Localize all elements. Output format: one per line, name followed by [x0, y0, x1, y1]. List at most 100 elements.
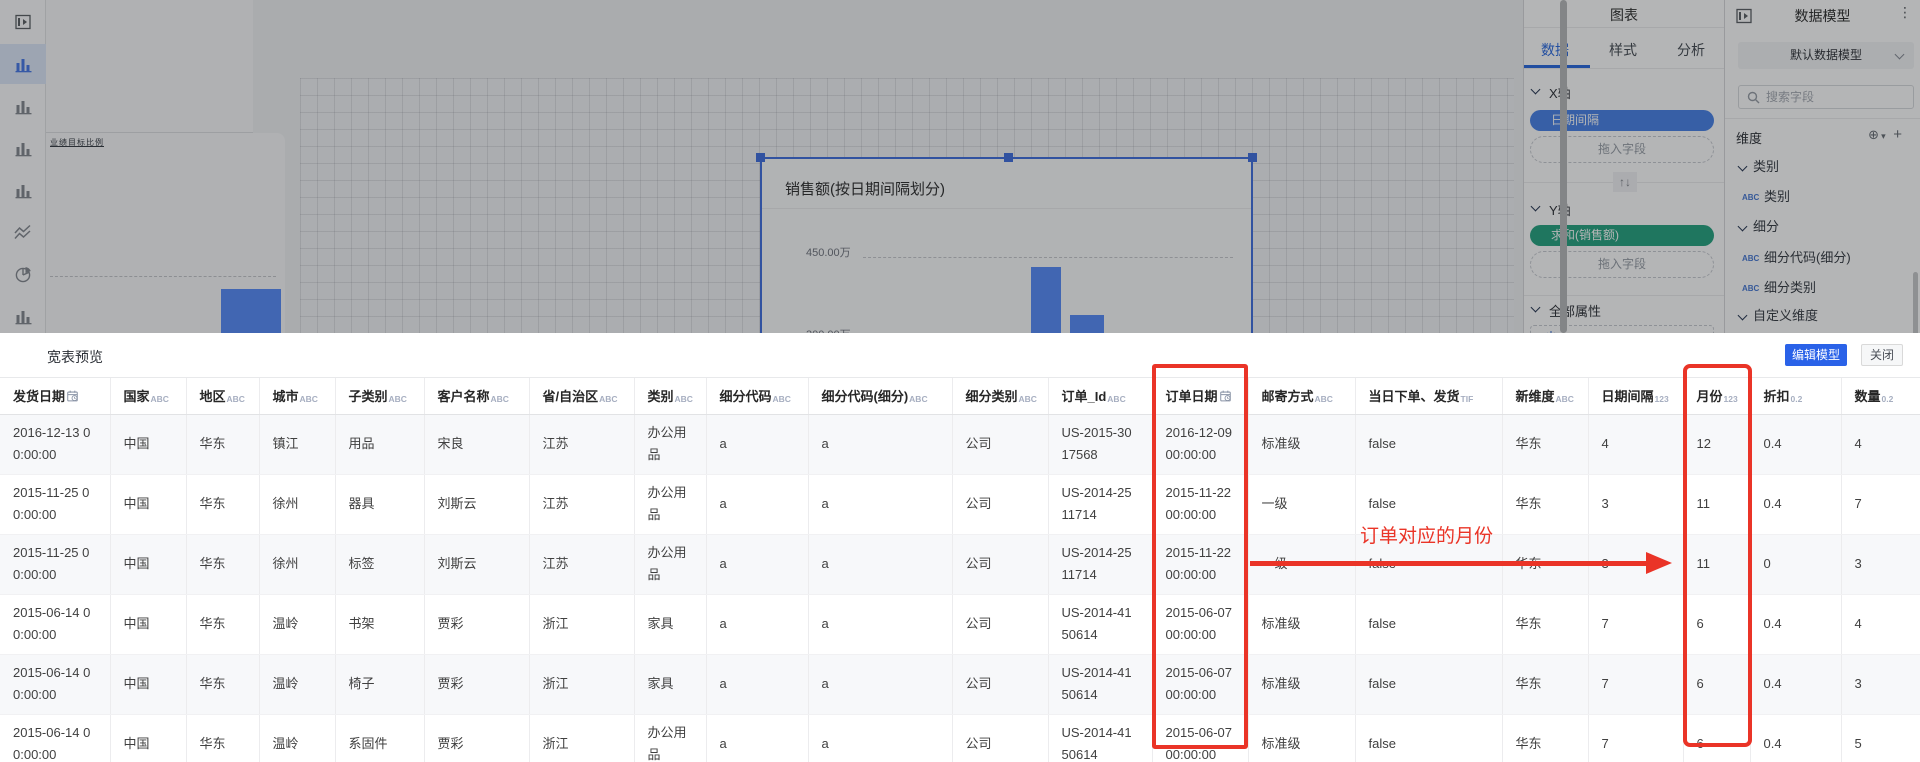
column-header-地区[interactable]: 地区ABC: [186, 378, 259, 414]
table-row: 2015-06-14 00:00:00中国华东温岭椅子贾彩浙江家具aa公司US-…: [0, 654, 1920, 714]
table-cell: 2015-11-25 00:00:00: [0, 534, 110, 594]
field-type-badge: ABC: [491, 394, 509, 404]
table-cell: 公司: [952, 534, 1048, 594]
mini-widget-card[interactable]: [46, 0, 253, 133]
tab-analysis[interactable]: 分析: [1677, 40, 1705, 60]
swap-axes-icon[interactable]: ↑↓: [1613, 172, 1637, 192]
table-cell: 标签: [335, 534, 424, 594]
data-model-panel: 数据模型 ⋮ 默认数据模型 维度 ⊕▾ + 类别ABC类别细分ABC细分代码(细…: [1724, 0, 1920, 333]
column-header-细分类别[interactable]: 细分类别ABC: [952, 378, 1048, 414]
table-cell: 公司: [952, 414, 1048, 474]
mini-widget-card[interactable]: 业绩目标比例: [46, 133, 285, 243]
column-header-当日下单、发货[interactable]: 当日下单、发货TIF: [1355, 378, 1502, 414]
table-row: 2015-06-14 00:00:00中国华东温岭书架贾彩浙江家具aa公司US-…: [0, 594, 1920, 654]
properties-dropzone[interactable]: [1530, 325, 1714, 333]
data-model-select[interactable]: 默认数据模型: [1738, 42, 1914, 69]
table-cell: 椅子: [335, 654, 424, 714]
edit-model-button[interactable]: 编辑模型: [1785, 344, 1847, 366]
add-field-icon[interactable]: +: [1893, 126, 1904, 143]
globe-icon[interactable]: ⊕: [1868, 127, 1881, 142]
field-item[interactable]: ABC细分类别: [1725, 277, 1920, 295]
column-header-label: 订单_Id: [1062, 389, 1107, 404]
column-header-发货日期[interactable]: 发货日期: [0, 378, 110, 414]
field-group-自定义维度[interactable]: 自定义维度: [1725, 305, 1920, 323]
bar-series-bar: [1031, 267, 1061, 333]
table-cell: 家具: [634, 594, 706, 654]
table-cell: a: [706, 654, 808, 714]
column-header-新维度[interactable]: 新维度ABC: [1502, 378, 1588, 414]
resize-handle[interactable]: [756, 153, 765, 162]
resize-handle[interactable]: [1248, 153, 1257, 162]
table-cell: US-2014-4150614: [1048, 654, 1152, 714]
table-cell: a: [706, 714, 808, 762]
resize-handle[interactable]: [1004, 153, 1013, 162]
y-axis-dropzone[interactable]: 拖入字段: [1530, 251, 1714, 278]
table-cell: 江苏: [529, 534, 634, 594]
bar-chart-icon[interactable]: [0, 170, 46, 210]
field-group-类别[interactable]: 类别: [1725, 156, 1920, 174]
chevron-down-icon[interactable]: [1531, 202, 1541, 212]
table-cell: 标准级: [1248, 414, 1355, 474]
table-cell: 温岭: [259, 594, 335, 654]
table-cell: US-2014-2511714: [1048, 474, 1152, 534]
column-header-折扣[interactable]: 折扣0.2: [1750, 378, 1841, 414]
y-axis-tick: 300.00万: [806, 326, 851, 333]
canvas-scrollbar[interactable]: [1560, 0, 1567, 333]
bar-chart-icon[interactable]: [0, 128, 46, 168]
table-cell: a: [808, 414, 952, 474]
line-chart-icon[interactable]: [0, 212, 46, 252]
field-type-badge: ABC: [909, 394, 927, 404]
table-cell: 华东: [186, 474, 259, 534]
bar-chart-icon[interactable]: [0, 86, 46, 126]
tab-style[interactable]: 样式: [1609, 40, 1637, 60]
column-header-类别[interactable]: 类别ABC: [634, 378, 706, 414]
column-header-label: 日期间隔: [1602, 389, 1654, 404]
table-row: 2015-11-25 00:00:00中国华东徐州器具刘斯云江苏办公用品aa公司…: [0, 474, 1920, 534]
chevron-down-icon[interactable]: [1531, 85, 1541, 95]
close-button[interactable]: 关闭: [1861, 344, 1903, 366]
selected-chart-widget[interactable]: 销售额(按日期间隔划分) 450.00万 300.00万: [760, 157, 1253, 333]
column-header-label: 子类别: [349, 389, 388, 404]
table-cell: US-2014-2511714: [1048, 534, 1152, 594]
table-cell: 公司: [952, 594, 1048, 654]
collapse-panel-icon[interactable]: [0, 4, 46, 44]
table-cell: 浙江: [529, 714, 634, 762]
x-axis-dropzone[interactable]: 拖入字段: [1530, 136, 1714, 163]
field-item[interactable]: ABC类别: [1725, 186, 1920, 204]
table-cell: 办公用品: [634, 414, 706, 474]
search-input[interactable]: [1766, 90, 1896, 104]
chevron-down-icon[interactable]: [1531, 303, 1541, 313]
table-cell: 3: [1841, 654, 1920, 714]
pie-chart-icon[interactable]: [0, 254, 46, 294]
table-cell: 刘斯云: [424, 534, 529, 594]
dashboard-canvas[interactable]: 业绩目标比例 销售额(按日期间隔划分) 450.00万 300.00万: [46, 0, 1514, 333]
search-field-box[interactable]: [1738, 85, 1914, 109]
y-axis-field-pill[interactable]: 求和(销售额): [1530, 225, 1714, 246]
column-header-数量[interactable]: 数量0.2: [1841, 378, 1920, 414]
column-header-细分代码(细分)[interactable]: 细分代码(细分)ABC: [808, 378, 952, 414]
table-cell: 0.4: [1750, 714, 1841, 762]
table-row: 2016-12-13 00:00:00中国华东镇江用品宋良江苏办公用品aa公司U…: [0, 414, 1920, 474]
column-header-订单_Id[interactable]: 订单_IdABC: [1048, 378, 1152, 414]
field-type-badge: ABC: [773, 394, 791, 404]
caret-down-icon[interactable]: ▾: [1881, 131, 1888, 141]
table-cell: 4: [1841, 414, 1920, 474]
column-header-邮寄方式[interactable]: 邮寄方式ABC: [1248, 378, 1355, 414]
kebab-menu-icon[interactable]: ⋮: [1898, 4, 1912, 21]
mini-widget-card[interactable]: [46, 243, 285, 333]
bar-chart-icon[interactable]: [0, 296, 46, 333]
column-header-客户名称[interactable]: 客户名称ABC: [424, 378, 529, 414]
table-cell: US-2014-4150614: [1048, 714, 1152, 762]
column-header-细分代码[interactable]: 细分代码ABC: [706, 378, 808, 414]
dimension-section-icons[interactable]: ⊕▾ +: [1868, 126, 1904, 143]
column-header-省/自治区[interactable]: 省/自治区ABC: [529, 378, 634, 414]
column-header-子类别[interactable]: 子类别ABC: [335, 378, 424, 414]
bar-chart-icon[interactable]: [0, 44, 46, 84]
column-header-日期间隔[interactable]: 日期间隔123: [1588, 378, 1683, 414]
field-group-细分[interactable]: 细分: [1725, 216, 1920, 234]
column-header-城市[interactable]: 城市ABC: [259, 378, 335, 414]
field-item[interactable]: ABC细分代码(细分): [1725, 247, 1920, 265]
x-axis-field-pill[interactable]: 日期间隔: [1530, 110, 1714, 131]
column-header-国家[interactable]: 国家ABC: [110, 378, 186, 414]
table-cell: 江苏: [529, 474, 634, 534]
